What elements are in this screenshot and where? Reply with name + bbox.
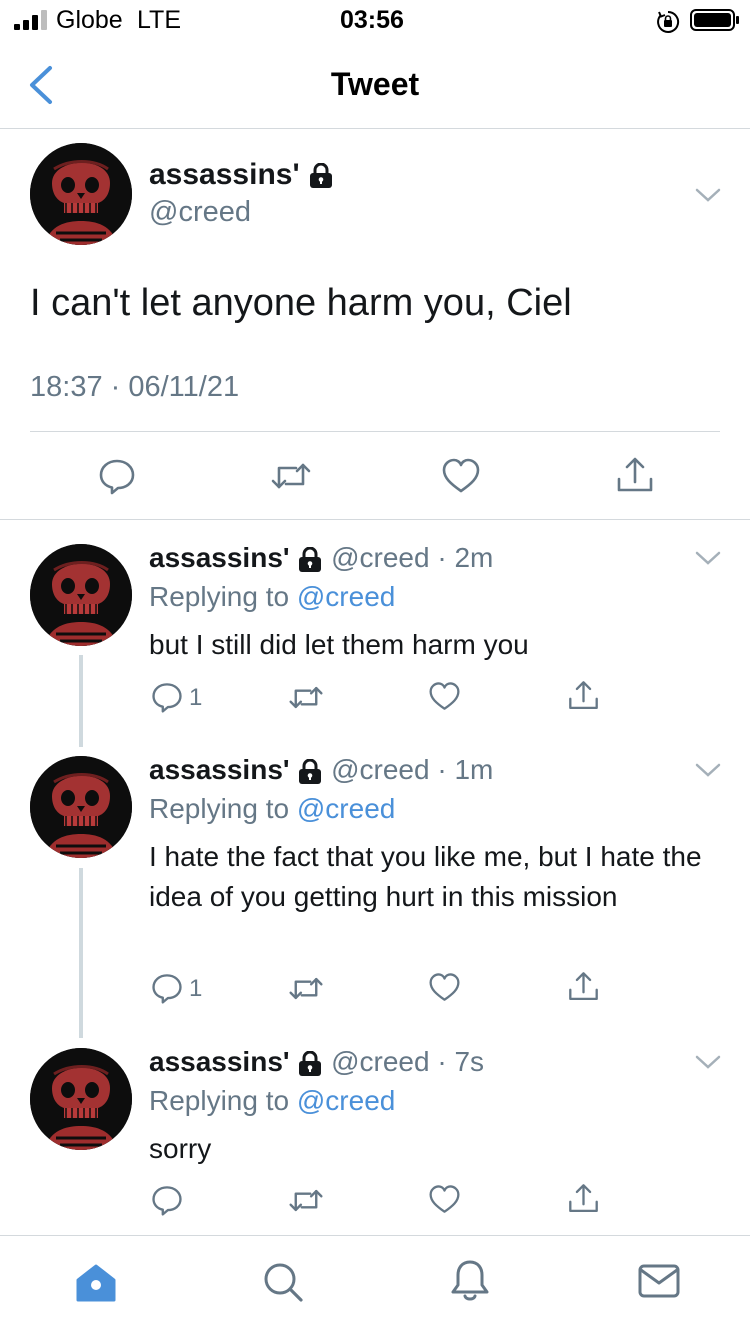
rotation-lock-icon: [657, 10, 680, 33]
navigation-bar: Tweet: [0, 42, 750, 129]
heart-icon[interactable]: [441, 457, 481, 495]
replying-to: Replying to @creed: [149, 793, 396, 824]
reply-text: but I still did let them harm you: [149, 629, 529, 660]
share-icon[interactable]: [567, 970, 600, 1003]
author-display-name: assassins': [149, 158, 300, 191]
mention-link[interactable]: @creed: [297, 581, 395, 612]
author-display-name[interactable]: assassins': [149, 1046, 290, 1077]
skull-avatar-image: [30, 1048, 132, 1150]
status-bar: Globe LTE 03:56: [0, 0, 750, 42]
tweet-age: · 1m: [437, 754, 494, 785]
retweet-icon[interactable]: [270, 459, 312, 493]
author-display-name[interactable]: assassins': [149, 542, 290, 573]
reply-text: sorry: [149, 1133, 212, 1164]
messages-icon[interactable]: [637, 1262, 681, 1300]
retweet-icon[interactable]: [288, 1186, 324, 1215]
reply-count: 1: [189, 975, 203, 1002]
chevron-down-icon[interactable]: [694, 549, 722, 567]
battery-icon: [690, 9, 739, 31]
author-handle[interactable]: @creed: [331, 754, 429, 785]
page-title: Tweet: [330, 66, 420, 102]
tweet-timestamp: 18:37 · 06/11/21: [30, 371, 240, 403]
reply-text: I hate the fact that you like me, but I …: [149, 841, 702, 912]
tweet-age: · 2m: [437, 542, 494, 573]
mention-link[interactable]: @creed: [297, 793, 395, 824]
author-handle[interactable]: @creed: [331, 1046, 429, 1077]
tab-bar: [0, 1235, 750, 1335]
notifications-icon[interactable]: [449, 1258, 491, 1304]
chevron-down-icon[interactable]: [694, 1053, 722, 1071]
chevron-down-icon[interactable]: [694, 761, 722, 779]
carrier-name: Globe: [56, 6, 123, 34]
reply-header: assassins' @creed · 1m: [149, 754, 493, 786]
thread-line: [79, 868, 83, 1038]
avatar[interactable]: [30, 544, 132, 646]
reply-icon[interactable]: [151, 1184, 183, 1216]
avatar[interactable]: [30, 1048, 132, 1150]
retweet-icon[interactable]: [288, 974, 324, 1003]
lock-icon: [309, 163, 332, 189]
share-icon[interactable]: [567, 679, 600, 712]
replying-to: Replying to @creed: [149, 581, 396, 612]
heart-icon[interactable]: [428, 972, 461, 1003]
heart-icon[interactable]: [428, 1184, 461, 1215]
search-icon[interactable]: [261, 1260, 305, 1304]
reply-icon[interactable]: [151, 972, 183, 1004]
reply-icon[interactable]: [98, 457, 136, 495]
lock-icon: [299, 546, 322, 572]
home-icon[interactable]: [74, 1262, 118, 1304]
reply-header: assassins' @creed · 2m: [149, 542, 493, 574]
reply-header: assassins' @creed · 7s: [149, 1046, 484, 1078]
signal-strength-icon: [14, 10, 47, 30]
lock-icon: [299, 1050, 322, 1076]
lock-icon: [299, 758, 322, 784]
share-icon[interactable]: [615, 455, 655, 495]
avatar[interactable]: [30, 756, 132, 858]
author-handle[interactable]: @creed: [331, 542, 429, 573]
author-handle[interactable]: @creed: [149, 196, 251, 229]
thread-line: [79, 655, 83, 747]
tweet-age: · 7s: [437, 1046, 485, 1077]
replying-to: Replying to @creed: [149, 1085, 396, 1116]
tweet-text: I can't let anyone harm you, Ciel: [30, 282, 572, 324]
divider: [30, 431, 720, 432]
status-time: 03:56: [340, 6, 404, 34]
mention-link[interactable]: @creed: [297, 1085, 395, 1116]
section-separator: [0, 519, 750, 520]
skull-avatar-image: [30, 544, 132, 646]
skull-avatar-image: [30, 143, 132, 245]
network-type: LTE: [137, 6, 181, 34]
share-icon[interactable]: [567, 1182, 600, 1215]
author-display-name[interactable]: assassins': [149, 754, 290, 785]
retweet-icon[interactable]: [288, 683, 324, 712]
author-name[interactable]: assassins': [149, 158, 334, 192]
avatar[interactable]: [30, 143, 132, 245]
skull-avatar-image: [30, 756, 132, 858]
heart-icon[interactable]: [428, 681, 461, 712]
reply-icon[interactable]: [151, 681, 183, 713]
chevron-down-icon[interactable]: [694, 186, 722, 204]
reply-count: 1: [189, 684, 203, 711]
